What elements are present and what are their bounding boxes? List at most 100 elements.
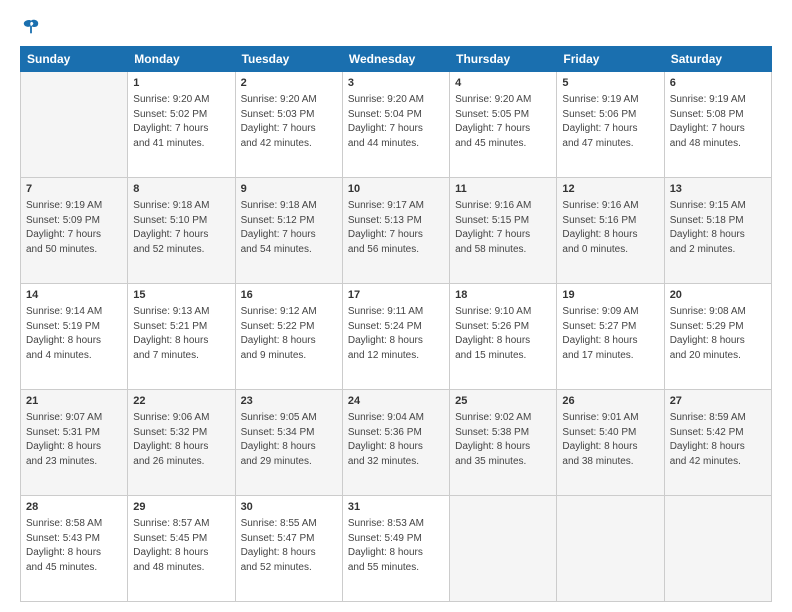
logo-bird-icon — [22, 18, 40, 36]
day-number: 28 — [26, 500, 122, 515]
calendar-cell: 12 Sunrise: 9:16 AM Sunset: 5:16 PM Dayli… — [557, 178, 664, 284]
day-info: Sunrise: 9:16 AM Sunset: 5:16 PM Dayligh… — [562, 199, 658, 257]
calendar-cell: 5 Sunrise: 9:19 AM Sunset: 5:06 PM Daylig… — [557, 72, 664, 178]
day-info: Sunrise: 9:18 AM Sunset: 5:12 PM Dayligh… — [241, 199, 337, 257]
day-info: Sunrise: 9:18 AM Sunset: 5:10 PM Dayligh… — [133, 199, 229, 257]
day-number: 8 — [133, 182, 229, 197]
day-info: Sunrise: 8:57 AM Sunset: 5:45 PM Dayligh… — [133, 517, 229, 575]
day-info: Sunrise: 9:19 AM Sunset: 5:08 PM Dayligh… — [670, 93, 766, 151]
calendar-cell: 17 Sunrise: 9:11 AM Sunset: 5:24 PM Dayli… — [342, 284, 449, 390]
calendar-cell: 1Sunrise: 9:20 AM Sunset: 5:02 PM Daylig… — [128, 72, 235, 178]
day-info: Sunrise: 9:05 AM Sunset: 5:34 PM Dayligh… — [241, 411, 337, 469]
calendar-week-row: 1Sunrise: 9:20 AM Sunset: 5:02 PM Daylig… — [21, 72, 772, 178]
calendar-cell: 28 Sunrise: 8:58 AM Sunset: 5:43 PM Dayli… — [21, 496, 128, 602]
day-number: 11 — [455, 182, 551, 197]
day-info: Sunrise: 8:58 AM Sunset: 5:43 PM Dayligh… — [26, 517, 122, 575]
day-number: 19 — [562, 288, 658, 303]
day-info: Sunrise: 9:14 AM Sunset: 5:19 PM Dayligh… — [26, 305, 122, 363]
calendar-cell: 27 Sunrise: 8:59 AM Sunset: 5:42 PM Dayli… — [664, 390, 771, 496]
calendar-cell: 24 Sunrise: 9:04 AM Sunset: 5:36 PM Dayli… — [342, 390, 449, 496]
day-info: Sunrise: 9:16 AM Sunset: 5:15 PM Dayligh… — [455, 199, 551, 257]
day-number: 3 — [348, 76, 444, 91]
day-of-week-header: Tuesday — [235, 47, 342, 72]
day-info: Sunrise: 9:10 AM Sunset: 5:26 PM Dayligh… — [455, 305, 551, 363]
day-info: Sunrise: 9:15 AM Sunset: 5:18 PM Dayligh… — [670, 199, 766, 257]
day-number: 15 — [133, 288, 229, 303]
calendar-cell — [450, 496, 557, 602]
day-number: 25 — [455, 394, 551, 409]
day-info: Sunrise: 9:19 AM Sunset: 5:09 PM Dayligh… — [26, 199, 122, 257]
day-number: 16 — [241, 288, 337, 303]
day-of-week-header: Thursday — [450, 47, 557, 72]
day-info: Sunrise: 9:20 AM Sunset: 5:04 PM Dayligh… — [348, 93, 444, 151]
calendar-week-row: 28 Sunrise: 8:58 AM Sunset: 5:43 PM Dayli… — [21, 496, 772, 602]
day-number: 23 — [241, 394, 337, 409]
day-number: 18 — [455, 288, 551, 303]
day-info: Sunrise: 9:20 AM Sunset: 5:03 PM Dayligh… — [241, 93, 337, 151]
day-info: Sunrise: 9:09 AM Sunset: 5:27 PM Dayligh… — [562, 305, 658, 363]
day-number: 30 — [241, 500, 337, 515]
page: SundayMondayTuesdayWednesdayThursdayFrid… — [0, 0, 792, 612]
day-info: Sunrise: 9:08 AM Sunset: 5:29 PM Dayligh… — [670, 305, 766, 363]
day-number: 31 — [348, 500, 444, 515]
day-number: 29 — [133, 500, 229, 515]
day-info: Sunrise: 9:07 AM Sunset: 5:31 PM Dayligh… — [26, 411, 122, 469]
day-info: Sunrise: 9:17 AM Sunset: 5:13 PM Dayligh… — [348, 199, 444, 257]
header — [20, 18, 772, 36]
calendar-week-row: 14Sunrise: 9:14 AM Sunset: 5:19 PM Dayli… — [21, 284, 772, 390]
calendar-header-row: SundayMondayTuesdayWednesdayThursdayFrid… — [21, 47, 772, 72]
calendar-cell: 31 Sunrise: 8:53 AM Sunset: 5:49 PM Dayli… — [342, 496, 449, 602]
day-number: 17 — [348, 288, 444, 303]
calendar-cell: 30 Sunrise: 8:55 AM Sunset: 5:47 PM Dayli… — [235, 496, 342, 602]
calendar-cell: 14Sunrise: 9:14 AM Sunset: 5:19 PM Dayli… — [21, 284, 128, 390]
calendar-cell — [21, 72, 128, 178]
day-number: 27 — [670, 394, 766, 409]
day-info: Sunrise: 9:12 AM Sunset: 5:22 PM Dayligh… — [241, 305, 337, 363]
calendar-cell: 8 Sunrise: 9:18 AM Sunset: 5:10 PM Daylig… — [128, 178, 235, 284]
calendar-cell: 29 Sunrise: 8:57 AM Sunset: 5:45 PM Dayli… — [128, 496, 235, 602]
calendar-cell: 2 Sunrise: 9:20 AM Sunset: 5:03 PM Daylig… — [235, 72, 342, 178]
calendar-cell: 22Sunrise: 9:06 AM Sunset: 5:32 PM Dayli… — [128, 390, 235, 496]
day-number: 1 — [133, 76, 229, 91]
day-number: 22 — [133, 394, 229, 409]
day-info: Sunrise: 9:19 AM Sunset: 5:06 PM Dayligh… — [562, 93, 658, 151]
day-info: Sunrise: 8:53 AM Sunset: 5:49 PM Dayligh… — [348, 517, 444, 575]
day-info: Sunrise: 9:02 AM Sunset: 5:38 PM Dayligh… — [455, 411, 551, 469]
calendar-cell: 13Sunrise: 9:15 AM Sunset: 5:18 PM Dayli… — [664, 178, 771, 284]
day-of-week-header: Saturday — [664, 47, 771, 72]
calendar-cell — [557, 496, 664, 602]
day-of-week-header: Friday — [557, 47, 664, 72]
day-info: Sunrise: 9:04 AM Sunset: 5:36 PM Dayligh… — [348, 411, 444, 469]
calendar-week-row: 7Sunrise: 9:19 AM Sunset: 5:09 PM Daylig… — [21, 178, 772, 284]
day-number: 12 — [562, 182, 658, 197]
calendar-cell: 25 Sunrise: 9:02 AM Sunset: 5:38 PM Dayli… — [450, 390, 557, 496]
day-number: 6 — [670, 76, 766, 91]
day-info: Sunrise: 8:55 AM Sunset: 5:47 PM Dayligh… — [241, 517, 337, 575]
calendar-cell: 19 Sunrise: 9:09 AM Sunset: 5:27 PM Dayli… — [557, 284, 664, 390]
day-info: Sunrise: 8:59 AM Sunset: 5:42 PM Dayligh… — [670, 411, 766, 469]
day-of-week-header: Sunday — [21, 47, 128, 72]
day-number: 26 — [562, 394, 658, 409]
calendar-cell: 4Sunrise: 9:20 AM Sunset: 5:05 PM Daylig… — [450, 72, 557, 178]
day-info: Sunrise: 9:13 AM Sunset: 5:21 PM Dayligh… — [133, 305, 229, 363]
day-of-week-header: Monday — [128, 47, 235, 72]
calendar-cell — [664, 496, 771, 602]
calendar-cell: 18 Sunrise: 9:10 AM Sunset: 5:26 PM Dayli… — [450, 284, 557, 390]
day-number: 9 — [241, 182, 337, 197]
day-number: 10 — [348, 182, 444, 197]
day-info: Sunrise: 9:11 AM Sunset: 5:24 PM Dayligh… — [348, 305, 444, 363]
calendar-cell: 11 Sunrise: 9:16 AM Sunset: 5:15 PM Dayli… — [450, 178, 557, 284]
day-number: 21 — [26, 394, 122, 409]
day-number: 20 — [670, 288, 766, 303]
day-of-week-header: Wednesday — [342, 47, 449, 72]
day-number: 5 — [562, 76, 658, 91]
calendar-table: SundayMondayTuesdayWednesdayThursdayFrid… — [20, 46, 772, 602]
calendar-cell: 23 Sunrise: 9:05 AM Sunset: 5:34 PM Dayli… — [235, 390, 342, 496]
calendar-week-row: 21 Sunrise: 9:07 AM Sunset: 5:31 PM Dayli… — [21, 390, 772, 496]
calendar-cell: 9 Sunrise: 9:18 AM Sunset: 5:12 PM Daylig… — [235, 178, 342, 284]
calendar-cell: 7Sunrise: 9:19 AM Sunset: 5:09 PM Daylig… — [21, 178, 128, 284]
calendar-cell: 15 Sunrise: 9:13 AM Sunset: 5:21 PM Dayli… — [128, 284, 235, 390]
day-number: 24 — [348, 394, 444, 409]
calendar-cell: 26Sunrise: 9:01 AM Sunset: 5:40 PM Dayli… — [557, 390, 664, 496]
day-number: 2 — [241, 76, 337, 91]
